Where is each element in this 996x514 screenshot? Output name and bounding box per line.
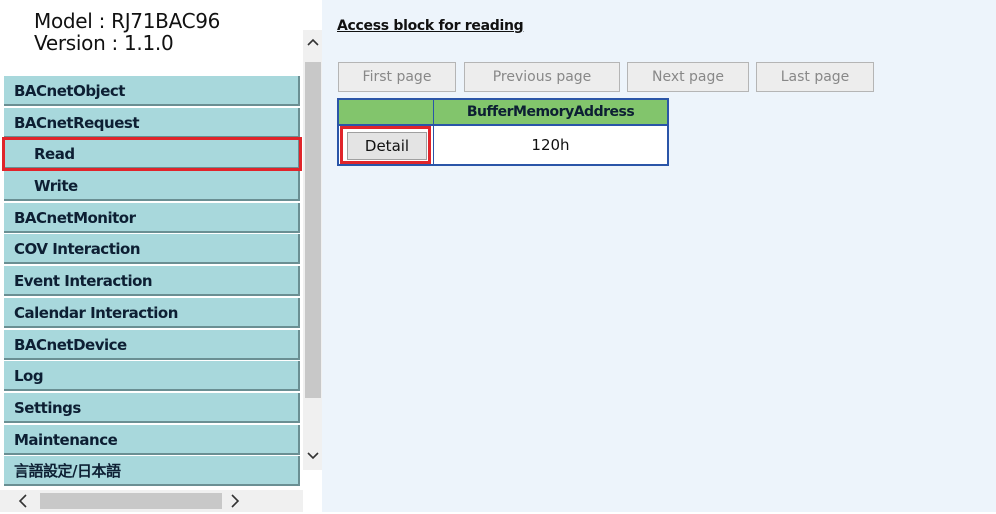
sidebar: Model : RJ71BAC96 Version : 1.1.0 BACnet… [0,0,322,512]
detail-highlight-box [340,126,431,164]
chevron-right-icon[interactable] [226,492,244,510]
sidebar-item-bacnetmonitor[interactable]: BACnetMonitor [4,203,300,233]
sidebar-item-language[interactable]: 言語設定/日本語 [4,456,300,486]
next-page-button[interactable]: Next page [627,62,749,92]
last-page-button[interactable]: Last page [756,62,874,92]
model-label: Model : RJ71BAC96 [34,9,221,33]
sidebar-item-bacnetobject[interactable]: BACnetObject [4,76,300,106]
version-label: Version : 1.1.0 [34,31,174,55]
buffer-memory-address-value: 120h [531,136,570,154]
main-content: Access block for reading First page Prev… [322,0,996,512]
page-title: Access block for reading [337,18,524,34]
sidebar-horizontal-scroll-thumb[interactable] [40,493,222,509]
sidebar-item-maintenance[interactable]: Maintenance [4,425,300,455]
sidebar-menu: Model : RJ71BAC96 Version : 1.1.0 BACnet… [0,0,303,490]
previous-page-button[interactable]: Previous page [464,62,620,92]
sidebar-item-log[interactable]: Log [4,361,300,391]
first-page-button[interactable]: First page [338,62,456,92]
scrollbar-corner [303,490,322,512]
sidebar-item-calendar-interaction[interactable]: Calendar Interaction [4,298,300,328]
chevron-left-icon[interactable] [14,492,32,510]
model-info: Model : RJ71BAC96 Version : 1.1.0 [34,10,220,54]
sidebar-item-read[interactable]: Read [2,137,302,171]
sidebar-item-bacnetdevice[interactable]: BACnetDevice [4,330,300,360]
chevron-up-icon[interactable] [304,34,322,52]
sidebar-item-event-interaction[interactable]: Event Interaction [4,266,300,296]
sidebar-item-write[interactable]: Write [4,171,300,201]
sidebar-item-settings[interactable]: Settings [4,393,300,423]
sidebar-item-bacnetrequest[interactable]: BACnetRequest [4,108,300,138]
sidebar-vertical-scroll-thumb[interactable] [305,62,321,398]
column-header-buffer-memory-address: BufferMemoryAddress [466,104,635,120]
table-header-empty-cell [339,100,434,124]
chevron-down-icon[interactable] [304,448,322,466]
sidebar-item-cov-interaction[interactable]: COV Interaction [4,234,300,264]
table-header-row: BufferMemoryAddress [339,100,667,126]
